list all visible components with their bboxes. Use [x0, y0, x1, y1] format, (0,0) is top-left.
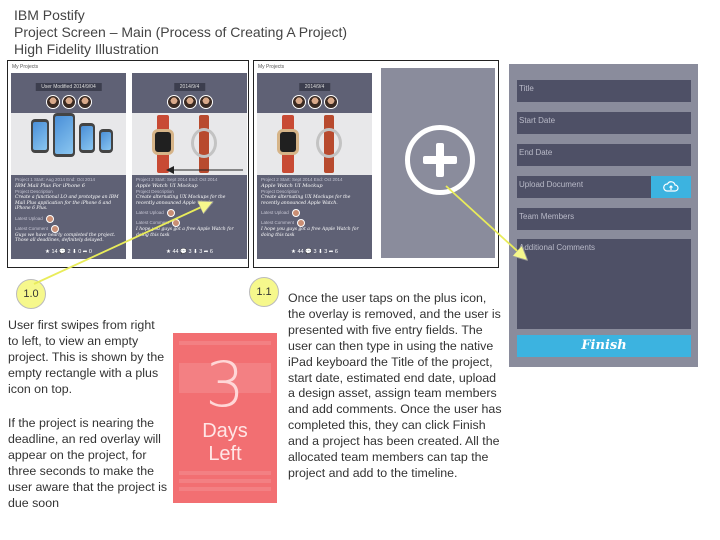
watch-graphic [152, 129, 174, 155]
avatar [307, 95, 322, 109]
team-avatars [166, 95, 214, 109]
avatar [77, 95, 92, 109]
additional-comments-field[interactable]: Additional Comments [517, 239, 691, 329]
date-pill: User Modified 2014/9/04 [35, 83, 102, 91]
upload-document-field[interactable]: Upload Document [517, 176, 691, 198]
team-avatars [45, 95, 93, 109]
avatar [323, 95, 338, 109]
cloud-upload-icon[interactable] [651, 176, 691, 198]
note-deadline: If the project is nearing the deadline, … [8, 416, 168, 510]
project-stats: ★ 14 💬 2 ⬇ 0 ➦ 0 [45, 249, 92, 255]
days-label: Days [202, 420, 248, 442]
note-create-project: Once the user taps on the plus icon, the… [288, 291, 502, 480]
phone-graphic [79, 123, 95, 153]
watch-graphic [316, 128, 342, 158]
note-swipe: User first swipes from right to left, to… [8, 318, 165, 396]
project-description: Create alternating UX Mockups for the re… [136, 195, 226, 206]
project-card-iphone[interactable]: User Modified 2014/9/04 Project 1 Start:… [11, 73, 126, 259]
new-project-form: Title Start Date End Date Upload Documen… [509, 64, 698, 367]
avatar [291, 95, 306, 109]
start-date-field[interactable]: Start Date [517, 112, 691, 134]
header-fidelity: High Fidelity Illustration [14, 41, 159, 57]
comment-avatar [297, 219, 306, 227]
phone-graphic [99, 129, 113, 153]
project-description: Create alternating UX Mockups for the re… [261, 195, 351, 206]
latest-upload-label: Latest Upload [15, 215, 43, 221]
latest-comment-label: Latest Comment [261, 220, 295, 226]
project-meta: Project 2 Start: Sept 2014 End: Oct 2014… [136, 177, 243, 238]
project-image-watches [257, 113, 372, 175]
date-pill: 2014/9/4 [298, 83, 331, 91]
days-left-number: 3 [205, 348, 245, 421]
step-marker-1-1: 1.1 [249, 277, 279, 307]
team-avatars [291, 95, 339, 109]
upload-avatar [291, 209, 300, 217]
project-meta: Project 2 Start: Sept 2014 End: Oct 2014… [261, 177, 368, 238]
add-project-plus-icon[interactable] [405, 125, 475, 195]
latest-comment: I hope you guys got a free Apple Watch f… [261, 227, 359, 238]
screen-swipe: My Projects User Modified 2014/9/04 Proj… [7, 60, 249, 268]
deadline-overlay-card: 3 Days Left [173, 333, 277, 503]
header-app-name: IBM Postify [14, 7, 85, 23]
phone-graphic [53, 113, 75, 157]
finish-button[interactable]: Finish [517, 335, 691, 357]
comment-avatar [172, 219, 181, 227]
team-members-field[interactable]: Team Members [517, 208, 691, 230]
avatar [182, 95, 197, 109]
latest-comment: Guys we have nearly completed the projec… [15, 232, 116, 244]
avatar [61, 95, 76, 109]
date-pill: 2014/9/4 [173, 83, 206, 91]
latest-comment-label: Latest Comment [15, 225, 49, 231]
title-field[interactable]: Title [517, 80, 691, 102]
project-image-phones [11, 113, 126, 175]
comment-avatar [51, 224, 60, 233]
project-card-watch[interactable]: 2014/9/4 Project 2 Start: Sept 2014 End:… [132, 73, 247, 259]
step-marker-1-0: 1.0 [16, 279, 46, 309]
left-label: Left [208, 443, 242, 465]
project-image-watches [132, 113, 247, 175]
my-projects-label: My Projects [258, 64, 285, 70]
upload-avatar [166, 209, 175, 217]
latest-comment-label: Latest Comment [136, 220, 170, 226]
project-meta: Project 1 Start: Aug 2014 End: Oct 2014 … [15, 177, 122, 244]
project-description: Create a functional LO and prototype an … [15, 195, 119, 211]
project-stats: ★ 44 💬 3 ⬇ 3 ➦ 6 [166, 249, 213, 255]
latest-upload-label: Latest Upload [136, 210, 164, 216]
empty-project-card[interactable] [381, 68, 495, 258]
watch-graphic [277, 129, 299, 155]
avatar [45, 95, 60, 109]
end-date-field[interactable]: End Date [517, 144, 691, 166]
project-card-watch[interactable]: 2014/9/4 Project 2 Start: Sept 2014 End:… [257, 73, 372, 259]
project-stats: ★ 44 💬 3 ⬇ 3 ➦ 6 [291, 249, 338, 255]
my-projects-label: My Projects [12, 64, 39, 70]
latest-upload-label: Latest Upload [261, 210, 289, 216]
upload-document-label: Upload Document [519, 180, 584, 189]
latest-comment: I hope you guys got a free Apple Watch f… [136, 227, 234, 238]
header: IBM Postify Project Screen – Main (Proce… [14, 7, 347, 58]
watch-graphic [191, 128, 217, 158]
avatar [198, 95, 213, 109]
phone-graphic [31, 119, 49, 153]
upload-avatar [45, 214, 54, 223]
header-screen-name: Project Screen – Main (Process of Creati… [14, 24, 348, 40]
avatar [166, 95, 181, 109]
